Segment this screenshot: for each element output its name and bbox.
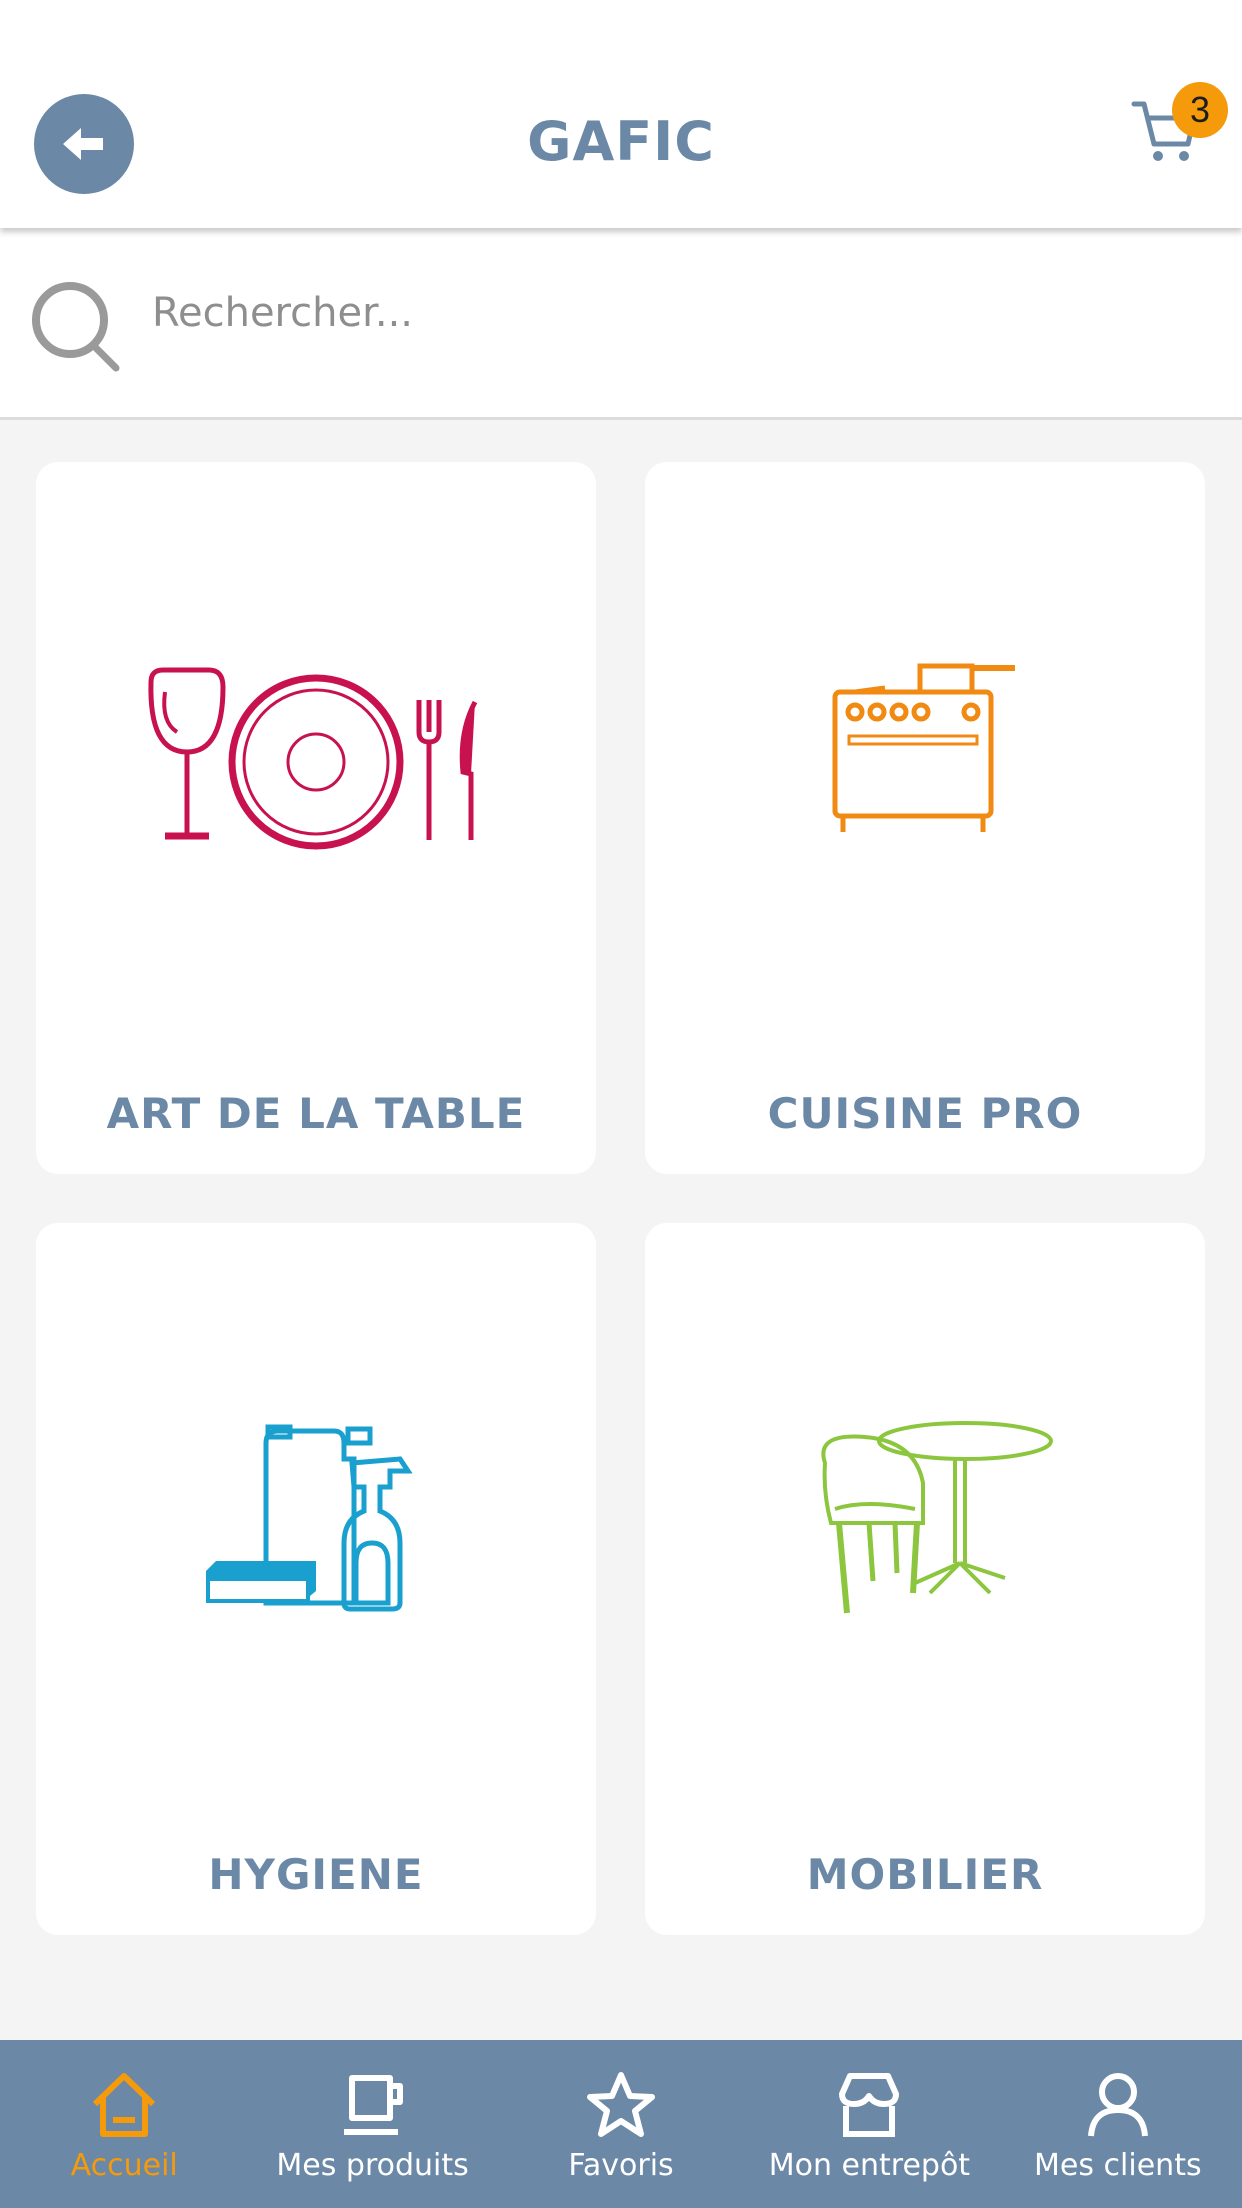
star-icon <box>587 2072 656 2137</box>
cup-icon <box>343 2075 403 2135</box>
tableware-icon <box>148 667 478 850</box>
nav-item-mes-produits[interactable]: Mes produits <box>248 2040 496 2208</box>
nav-item-mes-clients[interactable]: Mes clients <box>994 2040 1242 2208</box>
category-card-cuisine-pro[interactable]: CUISINE PRO <box>645 462 1205 1174</box>
category-card-art-de-la-table[interactable]: ART DE LA TABLE <box>36 462 596 1174</box>
user-icon <box>1087 2073 1148 2137</box>
bottom-nav: Accueil Mes produits Favoris Mon entrepô… <box>0 2040 1242 2208</box>
app-header: GAFIC 3 <box>0 0 1242 228</box>
store-icon <box>839 2073 900 2137</box>
category-label: ART DE LA TABLE <box>106 1089 526 1138</box>
nav-item-favoris[interactable]: Favoris <box>497 2040 745 2208</box>
cart-count-badge: 3 <box>1172 82 1228 138</box>
nav-item-mon-entrepot[interactable]: Mon entrepôt <box>745 2040 993 2208</box>
search-icon <box>32 282 120 372</box>
category-card-hygiene[interactable]: HYGIENE <box>36 1223 596 1935</box>
home-icon <box>93 2073 156 2137</box>
nav-label: Mes produits <box>276 2148 469 2183</box>
category-card-mobilier[interactable]: MOBILIER <box>645 1223 1205 1935</box>
page-title: GAFIC <box>527 110 715 173</box>
cleaning-products-icon <box>206 1424 413 1612</box>
oven-icon <box>832 663 1015 832</box>
nav-item-accueil[interactable]: Accueil <box>0 2040 248 2208</box>
nav-label: Favoris <box>568 2148 674 2183</box>
nav-label: Mon entrepôt <box>768 2148 971 2183</box>
category-label: MOBILIER <box>806 1850 1044 1899</box>
table-chair-icon <box>821 1421 1053 1614</box>
nav-label: Mes clients <box>1034 2148 1202 2183</box>
category-label: CUISINE PRO <box>767 1089 1083 1138</box>
search-input[interactable] <box>152 276 1202 350</box>
nav-label: Accueil <box>70 2148 178 2183</box>
category-label: HYGIENE <box>208 1850 424 1899</box>
